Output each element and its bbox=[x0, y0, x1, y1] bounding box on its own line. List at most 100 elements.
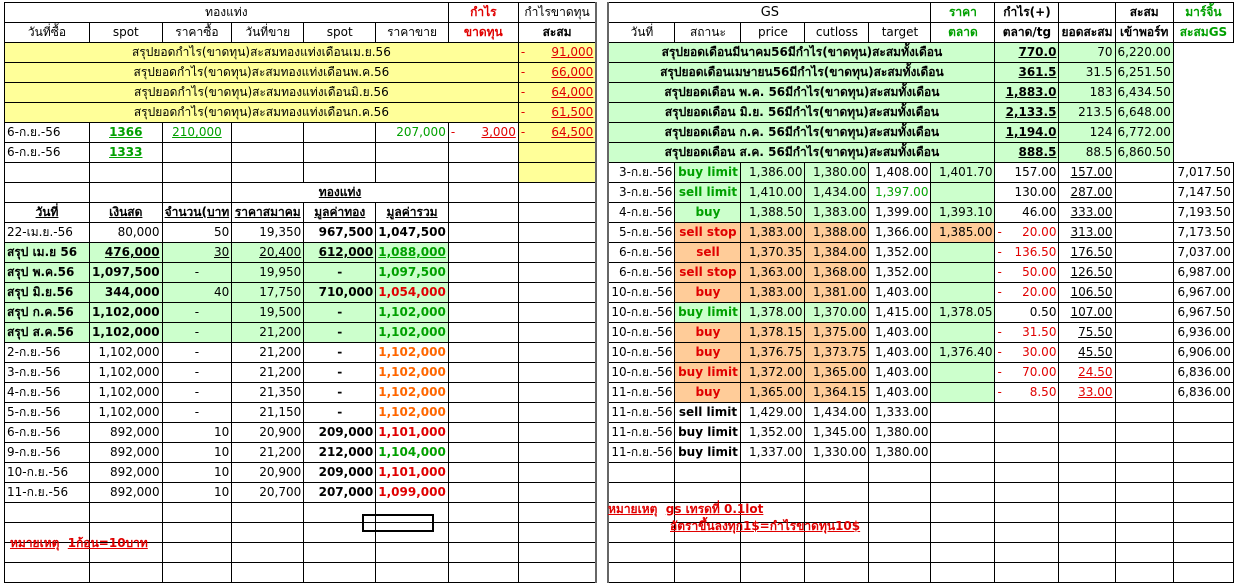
empty-cell[interactable] bbox=[804, 562, 870, 583]
empty-cell[interactable] bbox=[1114, 462, 1174, 483]
empty-cell[interactable] bbox=[161, 542, 233, 563]
monthly-value[interactable]: 888.5 bbox=[994, 142, 1060, 163]
trade-cutloss[interactable]: 1,370.00 bbox=[804, 302, 870, 323]
col-header[interactable]: ราคาซื้อ bbox=[161, 22, 233, 43]
trade-date[interactable]: 11-ก.ย.-56 bbox=[607, 422, 676, 443]
monthly-gs[interactable]: 6,251.50 bbox=[1114, 62, 1174, 83]
row-qty[interactable]: 10 bbox=[161, 442, 233, 463]
trade-cum[interactable]: 157.00 bbox=[1058, 162, 1116, 183]
row-cash[interactable]: 476,000 bbox=[89, 242, 163, 263]
empty-cell[interactable] bbox=[4, 562, 90, 583]
empty-cell[interactable] bbox=[1058, 542, 1116, 563]
row-gold-value[interactable]: - bbox=[303, 262, 377, 283]
monthly-summary-label[interactable]: สรุปยอดเดือน มิ.ย. 56มีกำไร(ขาดทุน)สะสมท… bbox=[607, 102, 996, 123]
row-price[interactable]: 19,950 bbox=[231, 262, 305, 283]
trade-pl[interactable] bbox=[994, 422, 1060, 443]
column-gap[interactable] bbox=[595, 102, 610, 123]
row-date[interactable]: 6-ก.ย.-56 bbox=[4, 422, 90, 443]
trade-pl[interactable]: - 31.50 bbox=[994, 322, 1060, 343]
column-gap[interactable] bbox=[595, 42, 610, 63]
empty-cell[interactable] bbox=[375, 142, 449, 163]
col-header[interactable]: สถานะ bbox=[674, 22, 742, 43]
trade-status[interactable]: buy bbox=[674, 382, 742, 403]
empty-cell[interactable] bbox=[303, 142, 377, 163]
col-header[interactable]: price bbox=[740, 22, 806, 43]
trade-pl[interactable]: - 70.00 bbox=[994, 362, 1060, 383]
col-header[interactable]: วันที่ bbox=[4, 202, 90, 223]
left-summary-label[interactable]: สรุปยอดกำไร(ขาดทุน)สะสมทองแท่งเดือนเม.ย.… bbox=[4, 42, 519, 63]
trade-pl[interactable]: -136.50 bbox=[994, 242, 1060, 263]
trade-status[interactable]: sell limit bbox=[674, 402, 742, 423]
empty-cell[interactable] bbox=[868, 562, 932, 583]
monthly-summary-label[interactable]: สรุปยอดเดือน ส.ค. 56มีกำไร(ขาดทุน)สะสมทั… bbox=[607, 142, 996, 163]
row-cash[interactable]: 1,102,000 bbox=[89, 362, 163, 383]
empty-cell[interactable] bbox=[447, 462, 519, 483]
column-gap[interactable] bbox=[595, 22, 610, 43]
row-price[interactable]: 21,200 bbox=[231, 362, 305, 383]
empty-cell[interactable] bbox=[1114, 382, 1174, 403]
trade-cutloss[interactable]: 1,345.00 bbox=[804, 422, 870, 443]
empty-cell[interactable] bbox=[447, 162, 519, 183]
empty-cell[interactable] bbox=[303, 122, 377, 143]
trade-cum[interactable]: 45.50 bbox=[1058, 342, 1116, 363]
trade-cutloss[interactable]: 1,375.00 bbox=[804, 322, 870, 343]
empty-cell[interactable] bbox=[517, 262, 597, 283]
trade-gs[interactable]: 6,836.00 bbox=[1172, 362, 1234, 383]
monthly-port[interactable]: 70 bbox=[1058, 42, 1116, 63]
empty-cell[interactable] bbox=[1114, 282, 1174, 303]
row-price[interactable]: 20,700 bbox=[231, 482, 305, 503]
empty-cell[interactable] bbox=[517, 502, 597, 523]
row-price[interactable]: 20,400 bbox=[231, 242, 305, 263]
empty-cell[interactable] bbox=[447, 482, 519, 503]
row-price[interactable]: 21,200 bbox=[231, 442, 305, 463]
column-gap[interactable] bbox=[595, 122, 610, 143]
selected-cell[interactable] bbox=[362, 514, 434, 532]
trade-price[interactable]: 1,337.00 bbox=[740, 442, 806, 463]
trade-pl[interactable]: - 50.00 bbox=[994, 262, 1060, 283]
col-header[interactable]: มูลค่ารวม bbox=[375, 202, 449, 223]
trade-target[interactable]: 1,397.00 bbox=[868, 182, 932, 203]
trade-cum[interactable]: 313.00 bbox=[1058, 222, 1116, 243]
trade-cutloss[interactable]: 1,383.00 bbox=[804, 202, 870, 223]
empty-cell[interactable] bbox=[930, 542, 996, 563]
col-header[interactable]: ราคาขาย bbox=[375, 22, 449, 43]
column-gap[interactable] bbox=[595, 422, 610, 443]
trade-date[interactable]: 10-ก.ย.-56 bbox=[607, 302, 676, 323]
trade-market[interactable]: 1,378.05 bbox=[930, 302, 996, 323]
col-header[interactable]: cutloss bbox=[804, 22, 870, 43]
column-gap[interactable] bbox=[595, 2, 610, 23]
trade-target[interactable]: 1,352.00 bbox=[868, 242, 932, 263]
trade-price[interactable]: 1,365.00 bbox=[740, 382, 806, 403]
empty-cell[interactable] bbox=[868, 542, 932, 563]
empty-cell[interactable] bbox=[1114, 482, 1174, 503]
col-header[interactable]: สะสม bbox=[517, 22, 597, 43]
trade-market[interactable]: 1,393.10 bbox=[930, 202, 996, 223]
empty-cell[interactable] bbox=[517, 522, 597, 543]
row-qty[interactable]: - bbox=[161, 362, 233, 383]
col-header[interactable]: วันที่ขาย bbox=[231, 22, 305, 43]
trade-cum[interactable]: 333.00 bbox=[1058, 202, 1116, 223]
monthly-port[interactable]: 31.5 bbox=[1058, 62, 1116, 83]
monthly-value[interactable]: 361.5 bbox=[994, 62, 1060, 83]
row-date[interactable]: 4-ก.ย.-56 bbox=[4, 382, 90, 403]
trade-cum[interactable] bbox=[1058, 442, 1116, 463]
empty-cell[interactable] bbox=[517, 242, 597, 263]
row-price[interactable]: 21,350 bbox=[231, 382, 305, 403]
trade-price[interactable]: 1,410.00 bbox=[740, 182, 806, 203]
row-qty[interactable]: 10 bbox=[161, 422, 233, 443]
empty-cell[interactable] bbox=[1114, 342, 1174, 363]
trade-cutloss[interactable]: 1,434.00 bbox=[804, 402, 870, 423]
row-cash[interactable]: 1,102,000 bbox=[89, 322, 163, 343]
gold-title[interactable]: ทองแท่ง bbox=[231, 182, 449, 203]
trade-target[interactable]: 1,403.00 bbox=[868, 282, 932, 303]
trade-date[interactable]: 11-ก.ย.-56 bbox=[607, 382, 676, 403]
row-price[interactable]: 20,900 bbox=[231, 462, 305, 483]
row-total[interactable]: 1,101,000 bbox=[375, 422, 449, 443]
column-gap[interactable] bbox=[595, 382, 610, 403]
row-cash[interactable]: 1,102,000 bbox=[89, 302, 163, 323]
empty-cell[interactable] bbox=[930, 562, 996, 583]
empty-cell[interactable] bbox=[447, 382, 519, 403]
empty-cell[interactable] bbox=[517, 462, 597, 483]
gain-header[interactable]: กำไร(+) bbox=[994, 2, 1060, 23]
trade-cutloss[interactable]: 1,434.00 bbox=[804, 182, 870, 203]
